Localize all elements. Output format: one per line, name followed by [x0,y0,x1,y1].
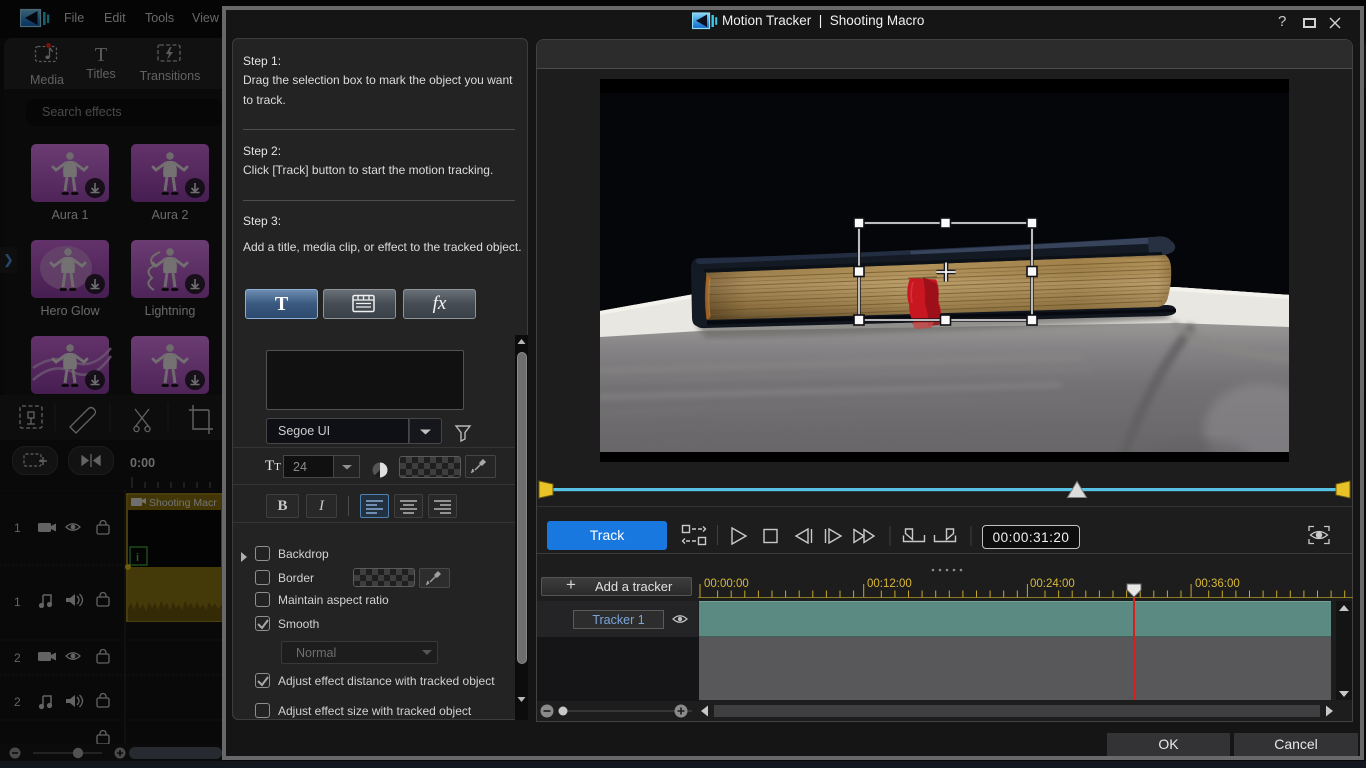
svg-text:00:12:00: 00:12:00 [867,578,912,590]
svg-text:00:24:00: 00:24:00 [1030,578,1075,590]
svg-text:00:00:00: 00:00:00 [704,578,749,590]
svg-text:00:36:00: 00:36:00 [1195,578,1240,590]
